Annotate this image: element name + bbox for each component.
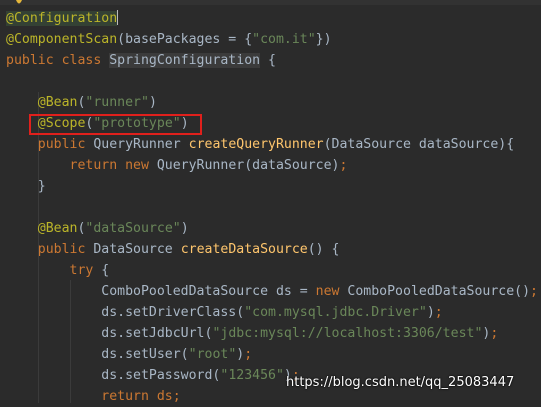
code-token: SpringConfiguration xyxy=(109,53,261,68)
watermark: https://blog.csdn.net/qq_25083447 xyxy=(286,375,515,390)
code-token: @Configuration xyxy=(6,11,118,26)
code-token: "jdbc:mysql://localhost:3306/test" xyxy=(212,326,483,341)
code-token: } xyxy=(6,179,46,194)
code-token: }) xyxy=(315,32,332,47)
code-token: public class xyxy=(6,53,110,68)
code-line[interactable]: ComboPooledDataSource ds = new ComboPool… xyxy=(6,281,538,302)
code-token: new xyxy=(315,284,348,299)
code-token: public xyxy=(6,137,94,152)
code-token: @Bean xyxy=(6,95,78,110)
code-line[interactable]: @Bean("runner") xyxy=(6,92,157,113)
code-token: ds.setPassword( xyxy=(6,368,221,383)
code-line[interactable]: ds.setJdbcUrl("jdbc:mysql://localhost:33… xyxy=(6,323,498,344)
code-token: DataSource xyxy=(93,242,181,257)
code-token: ds.setJdbcUrl( xyxy=(6,326,213,341)
editor-top-strip xyxy=(0,0,541,5)
code-token: ) xyxy=(180,221,189,236)
code-token: (DataSource dataSource){ xyxy=(323,137,515,152)
code-line[interactable]: ds.setDriverClass("com.mysql.jdbc.Driver… xyxy=(6,302,443,323)
code-token: QueryRunner xyxy=(93,137,189,152)
code-token: "runner" xyxy=(85,95,149,110)
code-line[interactable]: public QueryRunner createQueryRunner(Dat… xyxy=(6,134,514,155)
text-caret xyxy=(117,10,119,25)
code-token: return ds xyxy=(6,389,173,404)
code-token: ; xyxy=(434,305,443,320)
code-line[interactable]: @ComponentScan(basePackages = {"com.it"}… xyxy=(6,29,332,50)
code-token: "root" xyxy=(188,347,237,362)
code-token: "123456" xyxy=(220,368,284,383)
code-line[interactable]: ds.setUser("root"); xyxy=(6,344,252,365)
code-line[interactable]: public DataSource createDataSource() { xyxy=(6,239,340,260)
code-token: ; xyxy=(490,326,499,341)
code-token: ) xyxy=(148,95,157,110)
code-line[interactable]: return new QueryRunner(dataSource); xyxy=(6,155,348,176)
code-token: ComboPooledDataSource() xyxy=(347,284,531,299)
code-token: ; xyxy=(244,347,253,362)
code-token: "com.it" xyxy=(252,32,316,47)
code-token: { xyxy=(101,263,110,278)
lightbulb-icon[interactable] xyxy=(14,0,24,6)
code-line[interactable]: } xyxy=(6,176,46,197)
code-line[interactable]: public class SpringConfiguration { xyxy=(6,50,276,71)
code-token: (basePackages = { xyxy=(117,32,253,47)
code-token: QueryRunner(dataSource) xyxy=(156,158,340,173)
code-token: try xyxy=(6,263,102,278)
code-line[interactable]: ds.setPassword("123456"); xyxy=(6,365,300,386)
code-token: public xyxy=(6,242,94,257)
code-line[interactable]: @Configuration xyxy=(6,8,119,29)
code-token: ) xyxy=(426,305,435,320)
code-token: return new xyxy=(6,158,157,173)
code-line[interactable]: try { xyxy=(6,260,110,281)
code-token: createDataSource xyxy=(180,242,308,257)
code-token: { xyxy=(260,53,276,68)
code-token: createQueryRunner xyxy=(188,137,324,152)
code-token: ds.setDriverClass( xyxy=(6,305,245,320)
code-token: @ComponentScan xyxy=(6,32,118,47)
code-token: () { xyxy=(307,242,340,257)
code-editor[interactable]: @Configuration @ComponentScan(basePackage… xyxy=(0,0,541,404)
code-token: ; xyxy=(339,158,348,173)
code-token: "com.mysql.jdbc.Driver" xyxy=(244,305,427,320)
code-token: ; xyxy=(172,389,181,404)
code-token: ; xyxy=(530,284,538,299)
code-line[interactable]: @Bean("dataSource") xyxy=(6,218,189,239)
code-token: ds.setUser( xyxy=(6,347,189,362)
code-token: @Bean xyxy=(6,221,78,236)
code-token: ComboPooledDataSource ds = xyxy=(6,284,316,299)
code-token: "dataSource" xyxy=(85,221,181,236)
code-line[interactable]: return ds; xyxy=(6,386,181,407)
highlight-box xyxy=(29,114,202,135)
